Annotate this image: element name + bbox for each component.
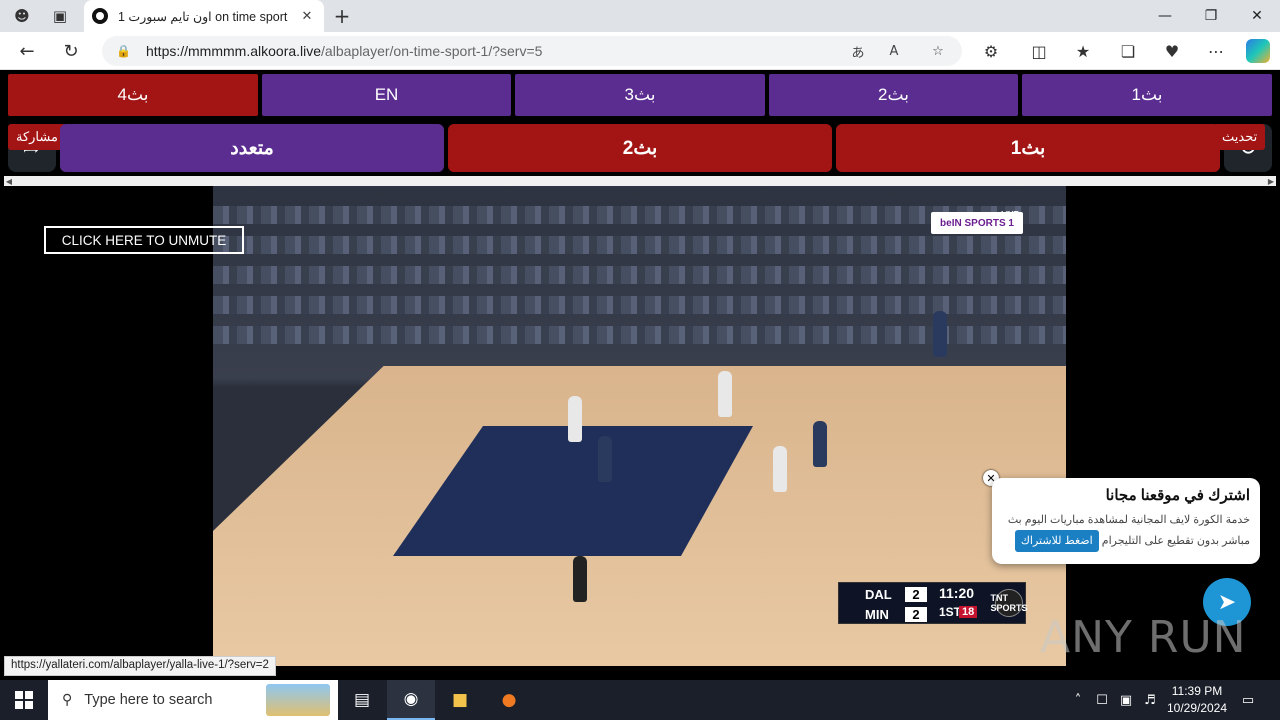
player-figure — [568, 396, 582, 442]
volume-icon[interactable]: ♬ — [1140, 680, 1160, 720]
popup-body: خدمة الكورة لايف المجانية لمشاهدة مباريا… — [1002, 510, 1250, 552]
video-player[interactable]: beIN SPORTS 1 LIVE DAL 2 MIN 2 11:20 1ST 1… — [4, 186, 1276, 666]
favorites-icon[interactable]: ★ — [1067, 37, 1099, 65]
copilot-icon[interactable] — [1246, 39, 1270, 63]
server-button-1[interactable]: بث1 — [1022, 74, 1272, 116]
team1-score: 2 — [905, 586, 927, 602]
tab-close-icon[interactable]: ✕ — [298, 9, 316, 24]
url-host: https://mmmmm.alkoora.live — [146, 43, 322, 59]
back-button[interactable]: ← — [12, 37, 42, 65]
lock-icon: 🔒 — [116, 44, 131, 58]
main-server-multi[interactable]: متعدد — [60, 124, 444, 172]
shot-clock: 18 — [959, 606, 978, 618]
clock-date: 10/29/2024 — [1166, 701, 1228, 715]
taskbar-search[interactable]: ⚲ Type here to search — [48, 680, 338, 720]
scroll-right-icon[interactable]: ▶ — [1266, 176, 1276, 186]
live-tag: LIVE — [1001, 210, 1019, 219]
main-server-2[interactable]: بث2 — [448, 124, 832, 172]
team2-score: 2 — [905, 606, 927, 622]
read-aloud-icon[interactable]: A — [880, 36, 908, 66]
network-icon[interactable]: ▣ — [1116, 680, 1136, 720]
server-button-4[interactable]: بث4 — [8, 74, 258, 116]
refresh-label[interactable]: تحديث — [1214, 124, 1266, 150]
tab-title: اون تايم سبورت 1 on time sport — [118, 9, 288, 24]
edge-browser-icon[interactable]: ◉ — [387, 680, 435, 720]
server-bar: بث4 EN بث3 بث2 بث1 ➦ مشاركة متعدد بث2 بث… — [4, 70, 1276, 186]
tray-device-icon[interactable]: ☐ — [1092, 680, 1112, 720]
tray-chevron-icon[interactable]: ˄ — [1068, 680, 1088, 720]
server-button-3[interactable]: بث3 — [515, 74, 765, 116]
horizontal-scrollbar[interactable]: ◀ ▶ — [4, 176, 1276, 186]
scoreboard: DAL 2 MIN 2 11:20 1ST 18 TNT SPORTS — [838, 582, 1028, 624]
crowd — [213, 236, 1066, 254]
favorite-star-icon[interactable]: ☆ — [924, 36, 952, 66]
search-highlight-image — [266, 684, 330, 716]
search-placeholder: Type here to search — [84, 692, 213, 708]
server-button-en[interactable]: EN — [262, 74, 511, 116]
subscribe-button[interactable]: اضغط للاشتراك — [1014, 530, 1099, 552]
collections-icon[interactable]: ❏ — [1112, 37, 1144, 65]
translate-icon[interactable]: あ — [844, 36, 872, 66]
close-window-button[interactable]: ✕ — [1234, 0, 1280, 32]
page-content: بث4 EN بث3 بث2 بث1 ➦ مشاركة متعدد بث2 بث… — [0, 70, 1280, 680]
anyrun-watermark: ANY RUN — [1040, 612, 1247, 663]
game-period: 1ST — [939, 605, 962, 619]
taskbar-clock[interactable]: 11:39 PM 10/29/2024 — [1160, 683, 1234, 717]
referee-figure — [573, 556, 587, 602]
notification-icon[interactable]: ▭ — [1236, 680, 1260, 720]
share-label[interactable]: مشاركة — [8, 124, 66, 150]
split-screen-icon[interactable]: ◫ — [1023, 37, 1055, 65]
new-tab-button[interactable]: + — [330, 4, 354, 28]
main-server-1[interactable]: بث1 — [836, 124, 1220, 172]
extensions-icon[interactable]: ⚙ — [975, 37, 1007, 65]
refresh-button[interactable]: ↻ — [56, 37, 86, 65]
player-figure — [773, 446, 787, 492]
server-button-2[interactable]: بث2 — [769, 74, 1018, 116]
subscribe-popup: اشترك في موقعنا مجانا خدمة الكورة لايف ا… — [992, 478, 1260, 564]
popup-title: اشترك في موقعنا مجانا — [1105, 487, 1250, 504]
performance-icon[interactable]: ♥ — [1156, 37, 1188, 65]
player-figure — [933, 311, 947, 357]
crowd — [213, 266, 1066, 284]
network-logo: TNT SPORTS — [991, 589, 1028, 617]
task-view-icon[interactable]: ▤ — [338, 680, 386, 720]
minimize-button[interactable]: — — [1142, 0, 1188, 32]
soccer-ball-icon — [92, 8, 108, 24]
tab-actions-icon[interactable]: ▣ — [46, 4, 74, 28]
address-bar[interactable]: 🔒 https://mmmmm.alkoora.live/albaplayer/… — [102, 36, 962, 66]
file-explorer-icon[interactable]: ■ — [436, 680, 484, 720]
tab-active[interactable]: اون تايم سبورت 1 on time sport ✕ — [84, 0, 324, 32]
maximize-button[interactable]: ❐ — [1188, 0, 1234, 32]
clock-time: 11:39 PM — [1171, 684, 1223, 698]
player-figure — [813, 421, 827, 467]
unmute-button[interactable]: CLICK HERE TO UNMUTE — [44, 226, 244, 254]
team1-name: DAL — [865, 586, 892, 602]
game-clock: 11:20 — [939, 585, 975, 601]
browser-titlebar: ☻ ▣ اون تايم سبورت 1 on time sport ✕ + —… — [0, 0, 1280, 32]
status-url: https://yallateri.com/albaplayer/yalla-l… — [4, 656, 276, 676]
player-figure — [598, 436, 612, 482]
video-frame[interactable]: beIN SPORTS 1 LIVE DAL 2 MIN 2 11:20 1ST 1… — [213, 186, 1066, 666]
scroll-left-icon[interactable]: ◀ — [4, 176, 14, 186]
firefox-icon[interactable]: ● — [485, 680, 533, 720]
url-path: /albaplayer/on-time-sport-1/?serv=5 — [321, 43, 543, 59]
browser-toolbar: ← ↻ 🔒 https://mmmmm.alkoora.live/albapla… — [0, 32, 1280, 70]
windows-taskbar: ⚲ Type here to search ▤ ◉ ■ ● ˄ ☐ ▣ ♬ 11… — [0, 680, 1280, 720]
player-figure — [718, 371, 732, 417]
search-icon: ⚲ — [62, 692, 73, 708]
profile-icon[interactable]: ☻ — [8, 4, 36, 28]
start-button[interactable] — [0, 680, 48, 720]
more-menu-icon[interactable]: ⋯ — [1200, 37, 1232, 65]
windows-logo-icon — [15, 691, 33, 709]
team2-name: MIN — [865, 606, 889, 622]
